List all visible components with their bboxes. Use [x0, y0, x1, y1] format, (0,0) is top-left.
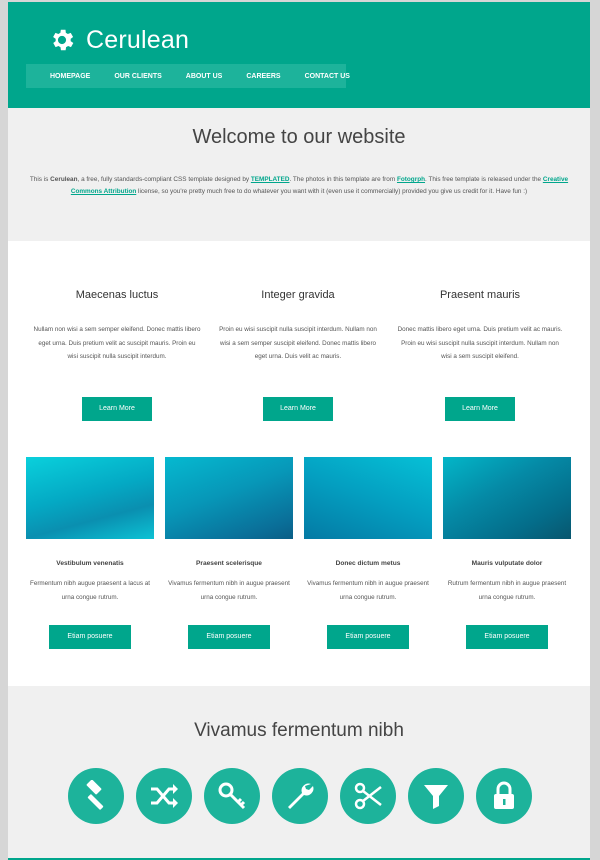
shuffle-icon[interactable]: [136, 768, 192, 824]
nav-item-our-clients[interactable]: OUR CLIENTS: [114, 73, 161, 80]
gallery-card: Vestibulum venenatis Fermentum nibh augu…: [26, 457, 154, 649]
gallery-image[interactable]: [304, 457, 432, 539]
welcome-text-part: , a free, fully standards-compliant CSS …: [77, 176, 251, 183]
features-section: Maecenas luctus Nullam non wisi a sem se…: [8, 241, 590, 441]
tools-section: Vivamus fermentum nibh: [8, 686, 590, 860]
tool-icon-row: [68, 768, 548, 824]
gavel-icon[interactable]: [68, 768, 124, 824]
feature-text: Proin eu wisi suscipit nulla suscipit in…: [219, 326, 377, 360]
nav-item-about-us[interactable]: ABOUT US: [186, 73, 223, 80]
welcome-section: Welcome to our website This is Cerulean,…: [8, 108, 590, 241]
gallery-card: Mauris vulputate dolor Rutrum fermentum …: [443, 457, 571, 649]
wrench-icon[interactable]: [272, 768, 328, 824]
learn-more-button[interactable]: Learn More: [263, 397, 333, 421]
fotogrph-link[interactable]: Fotogrph: [397, 176, 425, 183]
nav-item-homepage[interactable]: HOMEPAGE: [50, 73, 90, 80]
etiam-posuere-button[interactable]: Etiam posuere: [466, 625, 548, 649]
brand-name: Cerulean: [86, 25, 190, 54]
feature-text: Donec mattis libero eget urna. Duis pret…: [397, 326, 563, 360]
gallery-title: Vestibulum venenatis: [56, 560, 124, 567]
gallery-text: Vivamus fermentum nibh in augue praesent…: [307, 580, 429, 601]
nav-item-careers[interactable]: CAREERS: [246, 73, 280, 80]
nav-item-contact-us[interactable]: CONTACT US: [305, 73, 350, 80]
gallery-section: Vestibulum venenatis Fermentum nibh augu…: [8, 457, 590, 657]
welcome-text-part: This is: [29, 176, 51, 183]
logo[interactable]: Cerulean: [48, 22, 189, 58]
etiam-posuere-button[interactable]: Etiam posuere: [327, 625, 409, 649]
gallery-image[interactable]: [443, 457, 571, 539]
welcome-text-part: . The photos in this template are from: [289, 176, 397, 183]
gear-icon: [53, 29, 74, 51]
welcome-text-part: . This free template is released under t…: [425, 176, 543, 183]
learn-more-button[interactable]: Learn More: [82, 397, 152, 421]
learn-more-button[interactable]: Learn More: [445, 397, 515, 421]
gallery-image[interactable]: [165, 457, 293, 539]
feature-title: Praesent mauris: [439, 289, 521, 301]
gallery-text: Fermentum nibh augue praesent a lacus at…: [29, 580, 151, 601]
gallery-title: Mauris vulputate dolor: [471, 560, 543, 567]
gallery-title: Praesent scelerisque: [196, 560, 262, 567]
key-icon[interactable]: [204, 768, 260, 824]
gallery-text: Vivamus fermentum nibh in augue praesent…: [168, 580, 290, 601]
feature-title: Integer gravida: [261, 289, 335, 301]
filter-icon[interactable]: [408, 768, 464, 824]
welcome-text-part: license, so you're pretty much free to d…: [136, 188, 528, 195]
tools-title: Vivamus fermentum nibh: [194, 720, 404, 741]
templated-link[interactable]: TEMPLATED: [251, 176, 290, 183]
gallery-title: Donec dictum metus: [335, 560, 401, 567]
welcome-title: Welcome to our website: [192, 126, 406, 148]
welcome-text: This is Cerulean, a free, fully standard…: [26, 174, 572, 198]
gallery-card: Donec dictum metus Vivamus fermentum nib…: [304, 457, 432, 649]
gallery-image[interactable]: [26, 457, 154, 539]
feature-title: Maecenas luctus: [75, 289, 159, 301]
lock-icon[interactable]: [476, 768, 532, 824]
scissors-icon[interactable]: [340, 768, 396, 824]
feature-text: Nullam non wisi a sem semper eleifend. D…: [33, 326, 201, 360]
gallery-card: Praesent scelerisque Vivamus fermentum n…: [165, 457, 293, 649]
site-header: Cerulean HOMEPAGE OUR CLIENTS ABOUT US C…: [8, 2, 590, 108]
main-nav: HOMEPAGE OUR CLIENTS ABOUT US CAREERS CO…: [26, 64, 350, 88]
etiam-posuere-button[interactable]: Etiam posuere: [49, 625, 131, 649]
page: Cerulean HOMEPAGE OUR CLIENTS ABOUT US C…: [8, 2, 590, 860]
welcome-brand: Cerulean: [50, 176, 78, 183]
etiam-posuere-button[interactable]: Etiam posuere: [188, 625, 270, 649]
gallery-text: Rutrum fermentum nibh in augue praesent …: [447, 580, 567, 601]
